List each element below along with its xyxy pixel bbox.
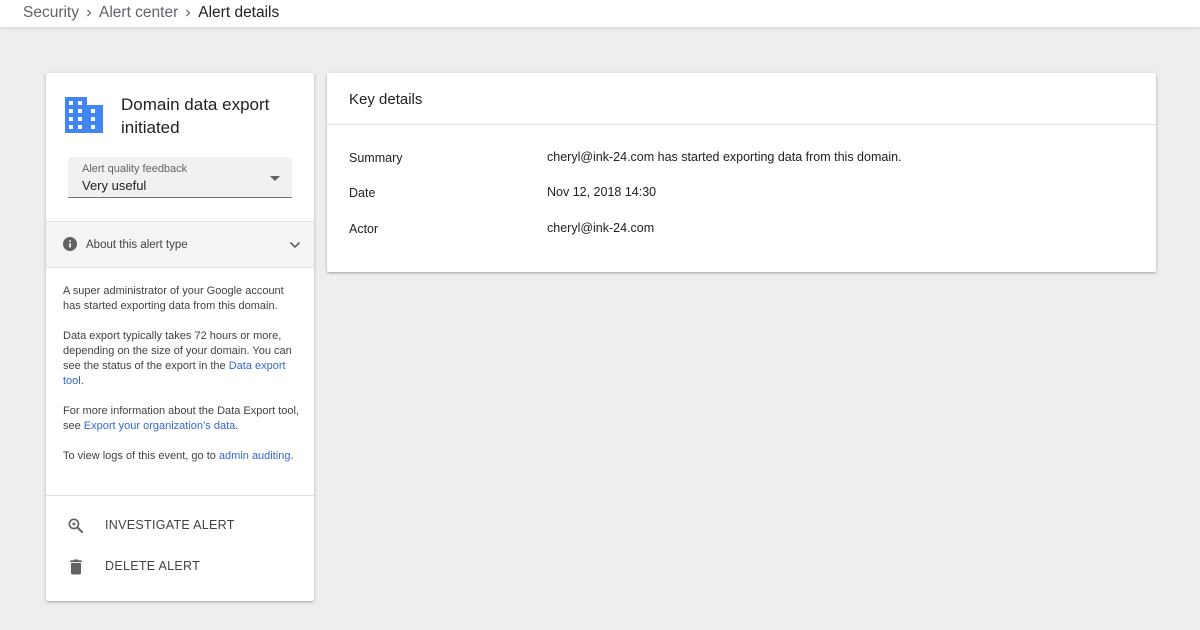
top-bar: Security Alert center Alert details: [0, 0, 1200, 28]
about-alert-type-body: A super administrator of your Google acc…: [63, 284, 303, 479]
detail-label: Actor: [349, 222, 379, 236]
detail-label: Summary: [349, 151, 403, 165]
about-alert-type-toggle[interactable]: About this alert type: [46, 221, 314, 268]
feedback-value: Very useful: [82, 178, 147, 193]
detail-value: Nov 12, 2018 14:30: [547, 185, 657, 199]
breadcrumb-alert-details: Alert details: [198, 4, 280, 21]
divider: [327, 124, 1156, 125]
alert-quality-feedback-select[interactable]: Alert quality feedback Very useful: [68, 157, 292, 198]
about-text: .: [235, 420, 239, 432]
trash-icon: [70, 559, 82, 575]
detail-row-actor: Actor cheryl@ink-24.com: [349, 221, 1139, 242]
chevron-right-icon: [79, 4, 99, 22]
about-text: .: [80, 375, 84, 387]
about-text: To view logs of this event, go to: [63, 450, 219, 462]
dropdown-arrow-icon: [270, 176, 280, 181]
breadcrumb-security[interactable]: Security: [23, 4, 79, 22]
about-paragraph: Data export typically takes 72 hours or …: [63, 329, 303, 389]
search-icon: [68, 518, 84, 534]
breadcrumb: Security Alert center Alert details: [23, 4, 279, 22]
feedback-label: Alert quality feedback: [82, 163, 188, 175]
admin-auditing-link[interactable]: admin auditing: [219, 450, 291, 462]
about-alert-type-label: About this alert type: [86, 239, 188, 251]
detail-value: cheryl@ink-24.com has started exporting …: [547, 150, 902, 164]
chevron-right-icon: [178, 4, 198, 22]
key-details-title: Key details: [349, 91, 423, 108]
info-icon: [63, 237, 77, 251]
detail-label: Date: [349, 186, 376, 200]
detail-row-date: Date Nov 12, 2018 14:30: [349, 185, 1139, 206]
investigate-alert-button[interactable]: INVESTIGATE ALERT: [46, 505, 314, 545]
key-details-card: Key details Summary cheryl@ink-24.com ha…: [327, 73, 1156, 272]
about-paragraph: For more information about the Data Expo…: [63, 404, 303, 434]
export-org-data-link[interactable]: Export your organization’s data: [84, 420, 235, 432]
alert-card: Domain data export initiated Alert quali…: [46, 73, 314, 601]
breadcrumb-alert-center[interactable]: Alert center: [99, 4, 178, 22]
chevron-down-icon: [289, 241, 301, 249]
about-paragraph: A super administrator of your Google acc…: [63, 284, 303, 314]
about-paragraph: To view logs of this event, go to admin …: [63, 449, 303, 464]
alert-title: Domain data export initiated: [121, 95, 270, 137]
delete-alert-label: DELETE ALERT: [105, 559, 201, 573]
detail-row-summary: Summary cheryl@ink-24.com has started ex…: [349, 150, 1139, 171]
building-icon: [65, 97, 103, 133]
detail-value: cheryl@ink-24.com: [547, 221, 655, 235]
alert-header: Domain data export initiated Alert quali…: [46, 73, 314, 221]
about-text: A super administrator of your Google acc…: [63, 285, 284, 312]
about-text: .: [290, 450, 294, 462]
investigate-alert-label: INVESTIGATE ALERT: [105, 518, 235, 532]
delete-alert-button[interactable]: DELETE ALERT: [46, 546, 314, 586]
divider: [46, 495, 314, 496]
